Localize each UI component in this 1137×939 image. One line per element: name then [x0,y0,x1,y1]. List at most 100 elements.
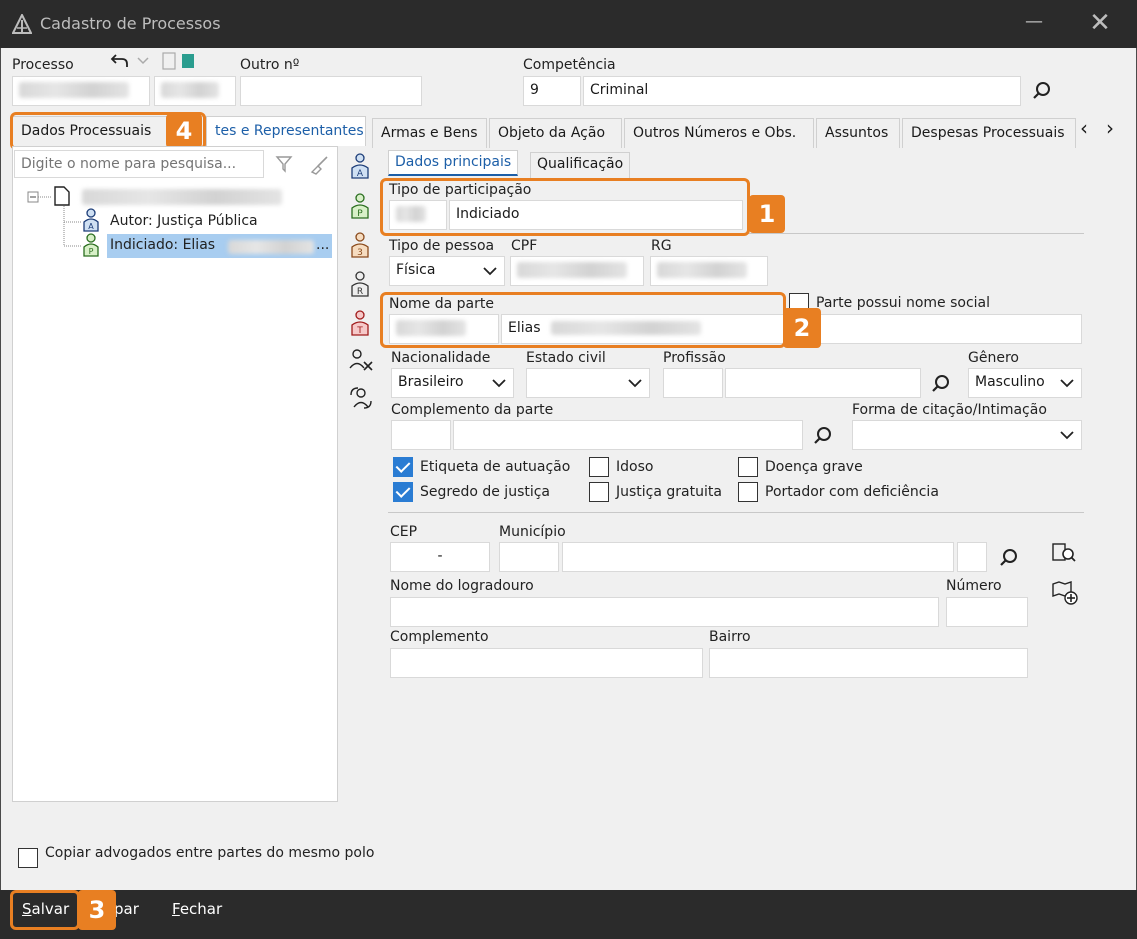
chevron-down-icon [1060,379,1074,388]
tab-label: tes e Representantes [215,123,364,139]
outro-numero-input[interactable] [240,76,422,106]
uf-input[interactable] [957,542,987,572]
step-badge-2: 2 [783,308,821,348]
copiar-advogados-checkbox[interactable] [18,848,38,868]
undo-icon[interactable] [110,52,130,70]
tree-item-ellipsis: ... [316,237,330,253]
chevron-down-icon[interactable] [136,56,150,66]
justica-gratuita-checkbox[interactable] [589,482,609,502]
fechar-button[interactable]: Fechar [172,900,222,918]
clear-brush-icon[interactable] [308,154,330,176]
municipio-label: Município [499,524,566,540]
tab-label: Assuntos [825,125,889,141]
highlight-box-2 [380,292,786,348]
justica-gratuita-label: Justiça gratuita [616,484,722,500]
estado-civil-label: Estado civil [526,350,606,366]
minimize-button[interactable]: — [1022,12,1046,36]
add-third-party-icon[interactable]: 3 [349,232,371,258]
subtab-label: Qualificação [537,156,624,172]
processo-field-2[interactable] [154,76,236,106]
add-author-icon[interactable]: A [349,153,371,179]
municipio-code-input[interactable] [499,542,559,572]
complemento-label: Complemento [390,629,489,645]
complemento-input[interactable] [390,648,703,678]
tipo-pessoa-label: Tipo de pessoa [389,238,495,254]
close-window-button[interactable]: ✕ [1086,10,1114,38]
search-icon[interactable] [812,425,834,447]
witness-tool-letter: T [356,326,363,336]
portador-deficiencia-checkbox[interactable] [738,482,758,502]
add-representative-icon[interactable]: R [349,271,371,297]
process-root-label[interactable] [82,189,282,205]
map-add-icon[interactable] [1051,580,1079,606]
tipo-pessoa-select[interactable]: Física [389,256,505,286]
segredo-justica-label: Segredo de justiça [420,484,551,500]
processo-label: Processo [12,57,74,73]
complemento-parte-code[interactable] [391,420,451,450]
swap-party-icon[interactable] [348,385,374,411]
search-icon[interactable] [998,547,1020,569]
idoso-checkbox[interactable] [589,457,609,477]
processo-field-1[interactable] [12,76,150,106]
competencia-code-input[interactable]: 9 [523,76,581,106]
cep-input[interactable]: - [390,542,490,572]
numero-label: Número [946,578,1002,594]
bairro-input[interactable] [709,648,1028,678]
etiqueta-autuacao-checkbox[interactable] [393,457,413,477]
competencia-value-input[interactable]: Criminal [583,76,1021,106]
tab-outros-numeros[interactable]: Outros Números e Obs. [624,118,814,148]
tab-despesas-processuais[interactable]: Despesas Processuais [902,118,1076,148]
doenca-grave-checkbox[interactable] [738,457,758,477]
competencia-label: Competência [523,57,616,73]
genero-select[interactable]: Masculino [968,368,1082,398]
cpf-input[interactable] [510,256,644,286]
profissao-input[interactable] [725,368,921,398]
municipio-input[interactable] [562,542,954,572]
remove-party-icon[interactable] [348,348,374,374]
tab-assuntos[interactable]: Assuntos [816,118,900,148]
tree-item-author[interactable]: Autor: Justiça Pública [110,213,258,229]
forma-citacao-select[interactable] [852,420,1082,450]
add-passive-party-icon[interactable]: P [349,193,371,219]
complemento-parte-label: Complemento da parte [391,402,554,418]
estado-civil-select[interactable] [526,368,650,398]
address-lookup-icon[interactable] [1051,542,1077,566]
tab-partes-representantes[interactable]: tes e Representantes [206,116,366,146]
search-icon[interactable] [1031,80,1053,102]
subtab-qualificacao[interactable]: Qualificação [530,152,631,178]
numero-input[interactable] [946,597,1028,627]
add-witness-icon[interactable]: T [349,310,371,336]
filter-icon[interactable] [274,154,294,174]
tab-label: Outros Números e Obs. [633,125,797,141]
tab-scroll-right-button[interactable]: › [1106,116,1114,140]
limpar-button[interactable]: par [114,900,139,918]
profissao-code-input[interactable] [663,368,723,398]
portador-deficiencia-label: Portador com deficiência [765,484,939,500]
segredo-justica-checkbox[interactable] [393,482,413,502]
copiar-advogados-label: Copiar advogados entre partes do mesmo p… [45,845,375,861]
subtab-dados-principais[interactable]: Dados principais [388,150,519,176]
complemento-parte-input[interactable] [453,420,803,450]
search-icon[interactable] [930,373,952,395]
step-badge-4: 4 [166,114,202,148]
idoso-label: Idoso [616,459,654,475]
logradouro-input[interactable] [390,597,939,627]
tab-armas-bens[interactable]: Armas e Bens [372,118,487,148]
bairro-label: Bairro [709,629,751,645]
third-tool-letter: 3 [357,248,363,258]
chevron-down-icon [492,379,506,388]
doenca-grave-label: Doença grave [765,459,863,475]
tree-item-indiciado[interactable]: Indiciado: Elias [110,237,215,253]
tab-label: Armas e Bens [381,125,478,141]
profissao-label: Profissão [663,350,726,366]
passive-tool-letter: P [357,209,363,219]
nacionalidade-select[interactable]: Brasileiro [391,368,514,398]
tab-objeto-acao[interactable]: Objeto da Ação [489,118,622,148]
document-icon[interactable] [162,52,176,70]
logradouro-label: Nome do logradouro [390,578,534,594]
forma-citacao-label: Forma de citação/Intimação [852,402,1047,418]
tab-scroll-left-button[interactable]: ‹ [1080,116,1088,140]
nacionalidade-label: Nacionalidade [391,350,491,366]
rg-input[interactable] [650,256,768,286]
party-search-input[interactable] [14,150,264,178]
